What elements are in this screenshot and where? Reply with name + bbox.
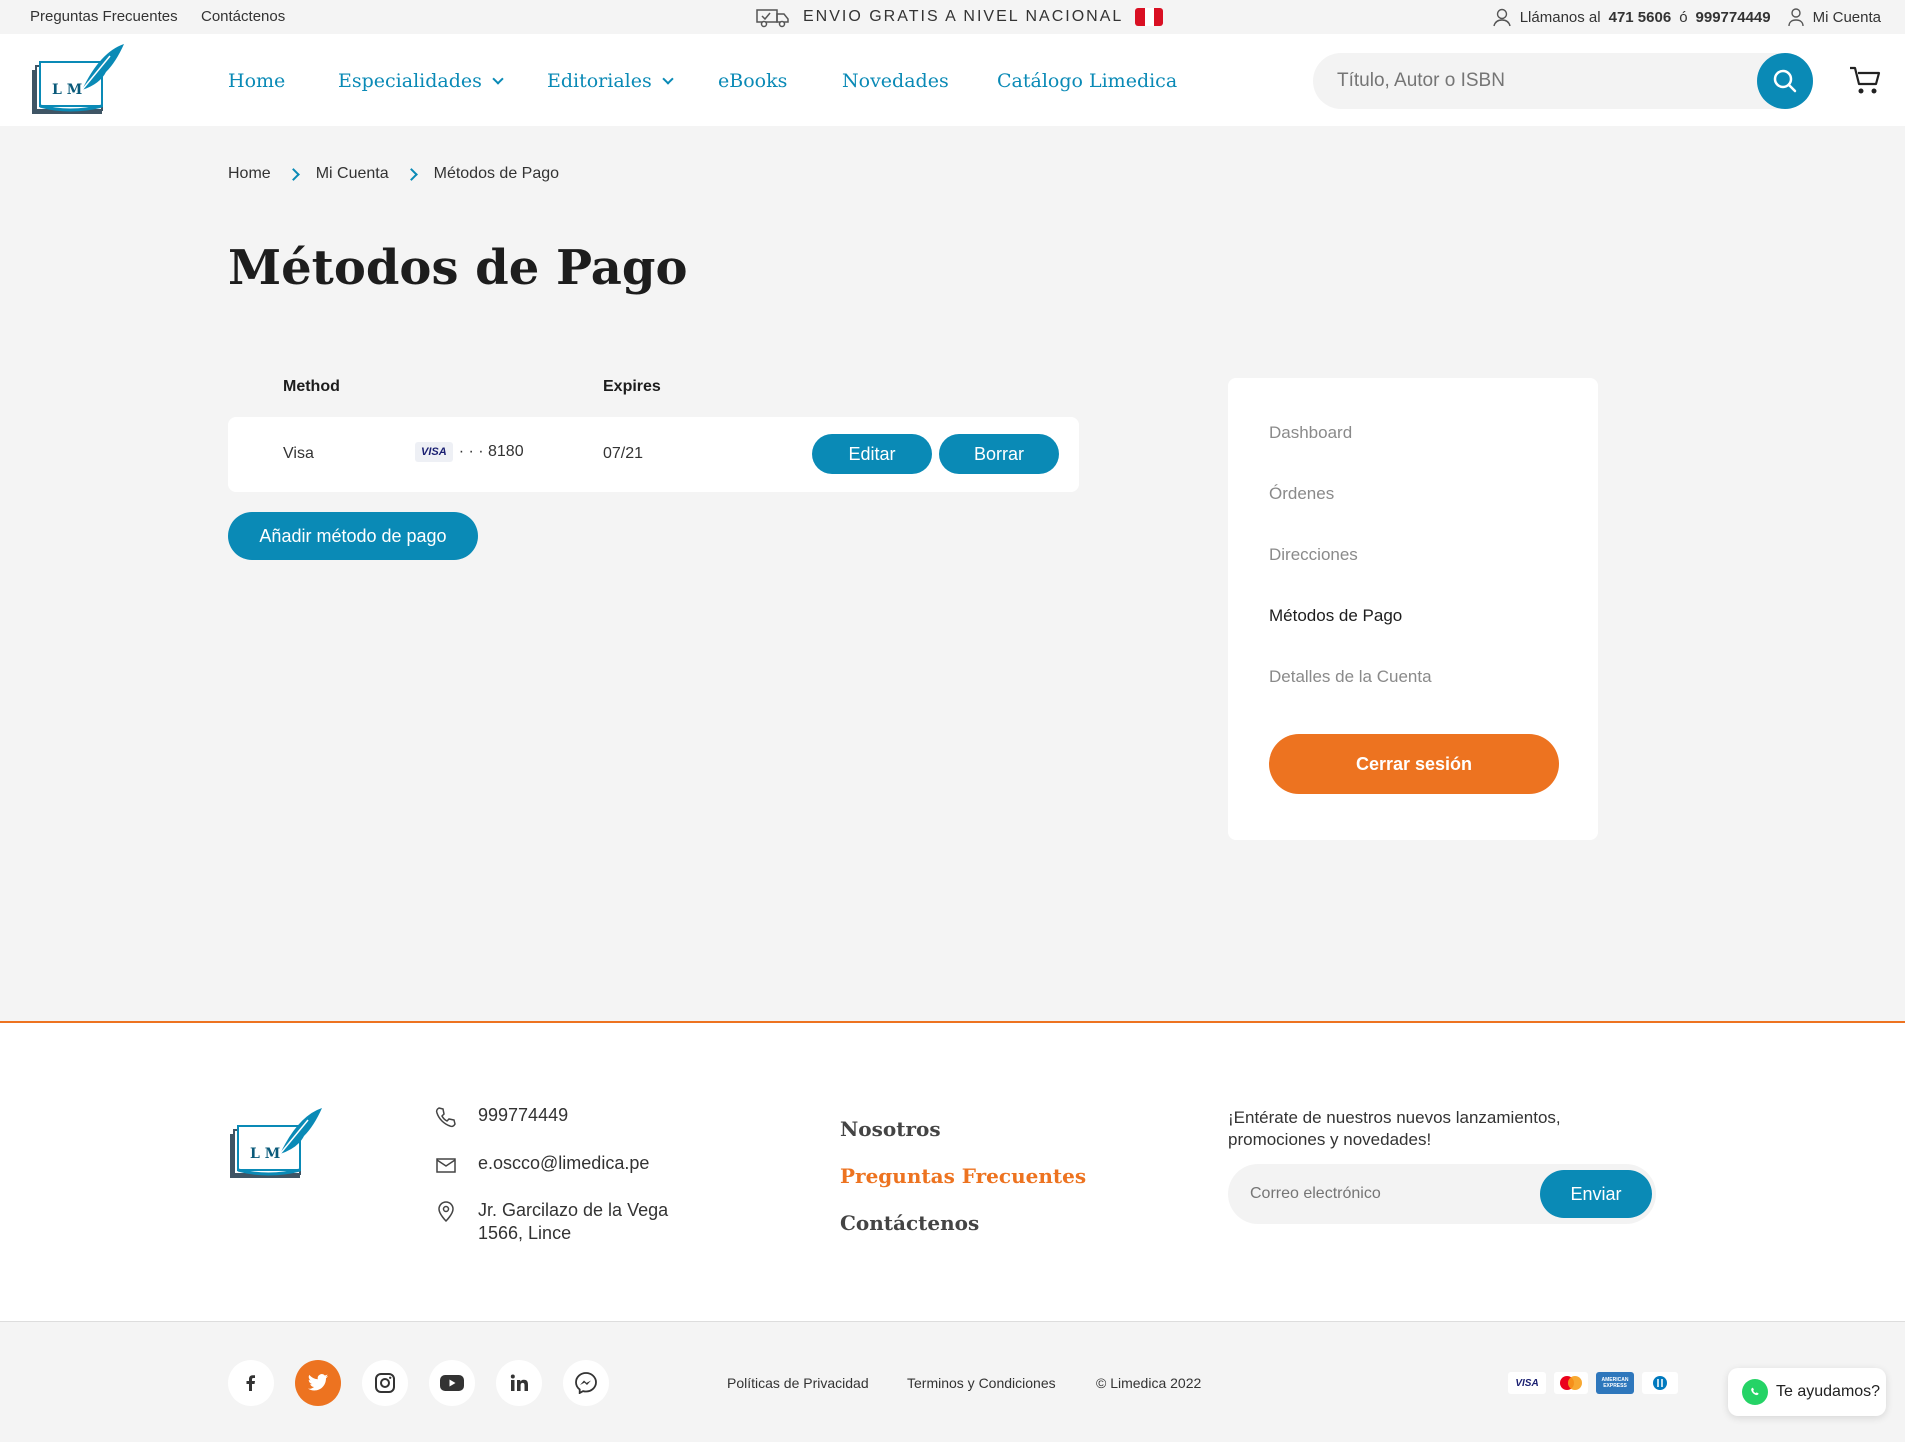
footer-address: Jr. Garcilazo de la Vega 1566, Lince (434, 1199, 668, 1245)
breadcrumb-account[interactable]: Mi Cuenta (316, 165, 389, 183)
column-header-method: Method (283, 378, 340, 395)
chevron-right-icon (286, 167, 300, 181)
card-masked-number: · · · 8180 (458, 443, 524, 460)
footer-link-faq[interactable]: Preguntas Frecuentes (840, 1164, 1086, 1188)
card-number: VISA · · · 8180 (415, 442, 524, 462)
nav-especialidades-label: Especialidades (338, 70, 482, 92)
nav-editoriales-label: Editoriales (547, 70, 652, 92)
peru-flag-icon (1135, 8, 1164, 26)
diners-payment-icon (1642, 1372, 1678, 1394)
footer-email-text[interactable]: e.oscco@limedica.pe (478, 1153, 649, 1174)
linkedin-icon[interactable] (496, 1360, 542, 1406)
location-pin-icon (438, 1201, 454, 1223)
account-sidebar: Dashboard Órdenes Direcciones Métodos de… (1228, 378, 1598, 840)
help-label: Te ayudamos? (1776, 1383, 1881, 1400)
my-account-link[interactable]: Mi Cuenta (1813, 9, 1881, 26)
nav-catalogo[interactable]: Catálogo Limedica (997, 70, 1177, 92)
messenger-icon[interactable] (563, 1360, 609, 1406)
search-icon (1773, 69, 1797, 93)
facebook-icon[interactable] (228, 1360, 274, 1406)
or-text: ó (1679, 8, 1688, 26)
privacy-link[interactable]: Políticas de Privacidad (727, 1375, 869, 1391)
nav-editoriales[interactable]: Editoriales (547, 70, 674, 92)
logout-button[interactable]: Cerrar sesión (1269, 734, 1559, 794)
visa-card-icon: VISA (415, 442, 453, 462)
chevron-right-icon (404, 167, 418, 181)
sidebar-item-dashboard[interactable]: Dashboard (1269, 423, 1352, 443)
nav-novedades-label: Novedades (842, 70, 949, 92)
address-line-2: 1566, Lince (478, 1223, 572, 1243)
card-expiry: 07/21 (603, 445, 644, 462)
whatsapp-icon (1742, 1379, 1768, 1405)
mastercard-payment-icon (1554, 1372, 1588, 1394)
visa-payment-icon: VISA (1508, 1372, 1546, 1394)
instagram-icon[interactable] (362, 1360, 408, 1406)
main-header: L M Home Especialidades Editoriales eBoo… (0, 34, 1905, 126)
nav-catalogo-label: Catálogo Limedica (997, 70, 1178, 92)
nav-novedades[interactable]: Novedades (842, 70, 949, 92)
chevron-down-icon (662, 73, 674, 85)
sidebar-item-orders[interactable]: Órdenes (1269, 484, 1334, 504)
footer-phone: 999774449 (434, 1105, 568, 1129)
top-bar: Preguntas Frecuentes Contáctenos ENVIO G… (0, 0, 1905, 34)
sidebar-item-payment-methods[interactable]: Métodos de Pago (1269, 606, 1402, 626)
copyright: © Limedica 2022 (1096, 1375, 1202, 1391)
bottom-bar: Políticas de Privacidad Terminos y Condi… (0, 1321, 1905, 1442)
terms-link[interactable]: Terminos y Condiciones (907, 1375, 1056, 1391)
payment-method-row: Visa VISA · · · 8180 07/21 Editar Borrar (228, 417, 1079, 492)
column-header-expires: Expires (603, 378, 661, 395)
sidebar-item-addresses[interactable]: Direcciones (1269, 545, 1358, 565)
newsletter-form: Enviar (1228, 1164, 1656, 1224)
phone-icon (435, 1107, 456, 1128)
svg-text:L M: L M (52, 82, 82, 98)
breadcrumb: Home Mi Cuenta Métodos de Pago (228, 165, 559, 183)
topbar-right: Llámanos al 471 5606 ó 999774449 Mi Cuen… (1492, 7, 1881, 27)
mail-icon (436, 1158, 456, 1173)
amex-payment-icon: AMERICAN EXPRESS (1596, 1372, 1634, 1394)
user-phone-icon (1493, 8, 1511, 27)
search-bar (1313, 53, 1813, 109)
account-icon (1787, 8, 1804, 27)
nav-especialidades[interactable]: Especialidades (338, 70, 504, 92)
address-line-1: Jr. Garcilazo de la Vega (478, 1200, 669, 1220)
shipping-text: ENVIO GRATIS A NIVEL NACIONAL (803, 8, 1124, 25)
footer: L M 999774449 e.oscco@limedica.pe Jr. Ga… (0, 1021, 1905, 1321)
search-button[interactable] (1757, 53, 1813, 109)
footer-phone-text[interactable]: 999774449 (478, 1105, 568, 1126)
nav-ebooks[interactable]: eBooks (718, 70, 787, 92)
footer-link-contact[interactable]: Contáctenos (840, 1211, 979, 1235)
shipping-banner: ENVIO GRATIS A NIVEL NACIONAL (755, 6, 1164, 28)
contact-link[interactable]: Contáctenos (201, 8, 285, 25)
faq-link[interactable]: Preguntas Frecuentes (30, 8, 178, 25)
sidebar-item-account-details[interactable]: Detalles de la Cuenta (1269, 667, 1432, 687)
method-name: Visa (283, 445, 314, 462)
delivery-truck-icon (756, 9, 789, 28)
footer-link-about[interactable]: Nosotros (840, 1117, 941, 1141)
whatsapp-help-button[interactable]: Te ayudamos? (1728, 1368, 1886, 1416)
newsletter-email-input[interactable] (1248, 1164, 1528, 1224)
footer-logo[interactable]: L M (228, 1106, 324, 1186)
phone-number-1[interactable]: 471 5606 (1609, 9, 1672, 26)
breadcrumb-home[interactable]: Home (228, 165, 271, 183)
call-label: Llámanos al (1519, 8, 1601, 26)
phone-number-2[interactable]: 999774449 (1696, 9, 1771, 26)
youtube-icon[interactable] (429, 1360, 475, 1406)
svg-text:L M: L M (250, 1146, 280, 1162)
add-payment-method-button[interactable]: Añadir método de pago (228, 512, 478, 560)
nav-home-label: Home (228, 70, 286, 92)
newsletter-submit-button[interactable]: Enviar (1540, 1170, 1652, 1218)
page-title: Métodos de Pago (228, 240, 688, 296)
twitter-icon[interactable] (295, 1360, 341, 1406)
nav-ebooks-label: eBooks (718, 70, 788, 92)
cart-icon[interactable] (1848, 64, 1882, 96)
delete-button[interactable]: Borrar (939, 434, 1059, 474)
footer-email: e.oscco@limedica.pe (434, 1153, 649, 1177)
edit-button[interactable]: Editar (812, 434, 932, 474)
search-input[interactable] (1335, 53, 1715, 109)
newsletter-text: ¡Entérate de nuestros nuevos lanzamiento… (1228, 1108, 1561, 1149)
chevron-down-icon (492, 73, 504, 85)
breadcrumb-current: Métodos de Pago (433, 165, 560, 182)
site-logo[interactable]: L M (30, 42, 126, 122)
nav-home[interactable]: Home (228, 70, 285, 92)
